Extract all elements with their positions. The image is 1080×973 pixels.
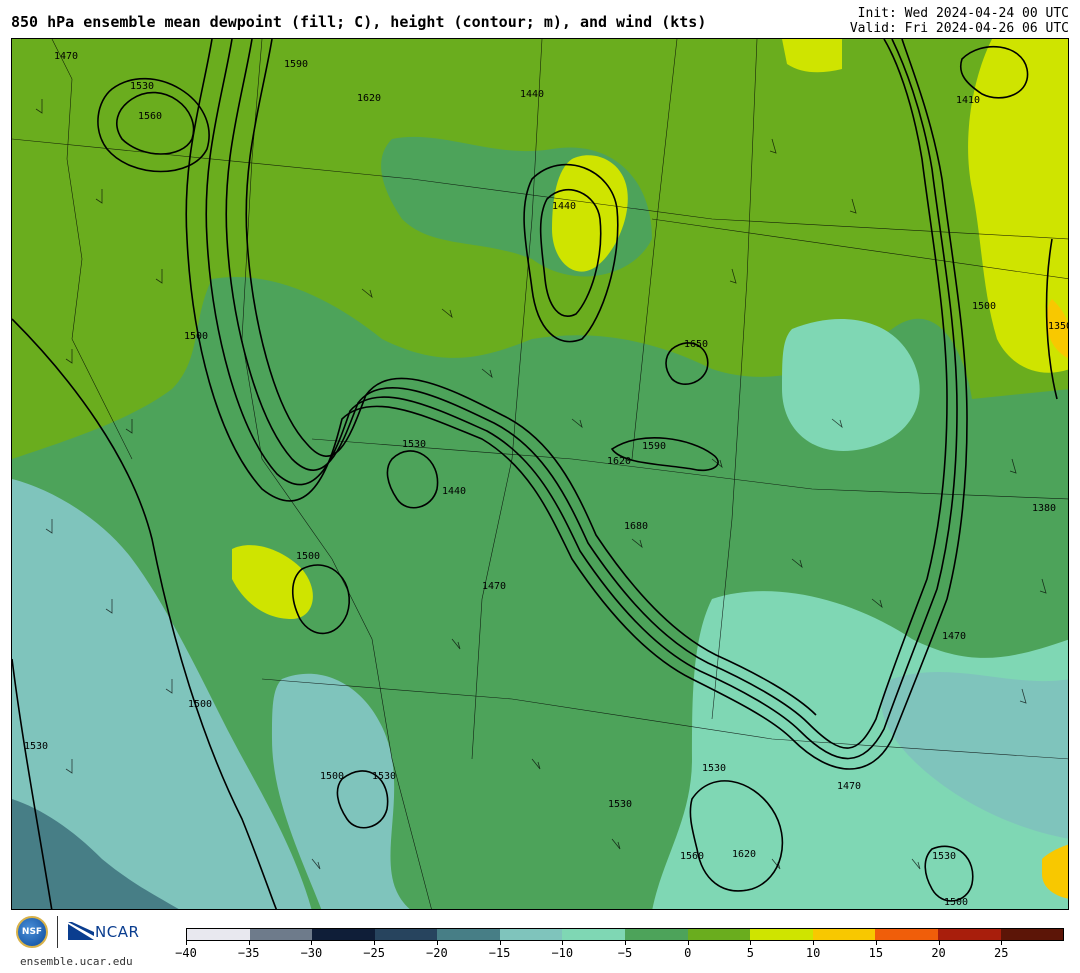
- contour-label: 1410: [956, 95, 980, 106]
- contour-label: 1530: [402, 439, 426, 450]
- logo-block: NSF NCAR ensemble.ucar.edu: [12, 912, 152, 970]
- contour-label: 1440: [552, 201, 576, 212]
- colorbar-segment: [812, 929, 876, 940]
- colorbar-ticks: −40 −35 −30 −25 −20 −15 −10 −5 0 5 10 15 20 25: [175, 941, 1064, 969]
- colorbar-tick: [625, 941, 626, 945]
- colorbar-tick: [311, 941, 313, 945]
- colorbar-tick-label: 5: [746, 946, 755, 960]
- colorbar-tick: [374, 941, 376, 945]
- contour-label: 1500: [296, 551, 320, 562]
- colorbar-segment: [1000, 929, 1064, 940]
- site-url: ensemble.ucar.edu: [20, 955, 133, 968]
- contour-label: 1500: [972, 301, 996, 312]
- contour-label: 1530: [372, 771, 396, 782]
- contour-label: 1350: [1048, 321, 1069, 332]
- colorbar-segment: [374, 929, 438, 940]
- colorbar-segment: [687, 929, 751, 940]
- contour-label: 1500: [184, 331, 208, 342]
- map-svg: 1470 1530 1560 1500 1590 1620 1440 1530 …: [12, 39, 1069, 909]
- map-title: 850 hPa ensemble mean dewpoint (fill; C)…: [11, 13, 707, 31]
- contour-label: 1530: [702, 763, 726, 774]
- colorbar-tick-label: −25: [363, 946, 385, 960]
- colorbar-segment: [937, 929, 1001, 940]
- colorbar-tick: [875, 941, 877, 945]
- contour-label: 1470: [482, 581, 506, 592]
- contour-label: 1470: [942, 631, 966, 642]
- colorbar-segment: [875, 929, 938, 940]
- colorbar-segment: [312, 929, 375, 940]
- colorbar-tick: [813, 941, 815, 945]
- contour-label: 1530: [932, 851, 956, 862]
- colorbar-tick-label: −15: [488, 946, 511, 960]
- contour-label: 1560: [680, 851, 704, 862]
- colorbar-tick-label: 10: [805, 946, 821, 960]
- colorbar-tick-label: 15: [868, 946, 884, 960]
- colorbar-tick-label: 20: [931, 946, 946, 960]
- colorbar-tick-label: 25: [994, 946, 1009, 960]
- logo-divider: [57, 916, 58, 948]
- colorbar-segment: [562, 929, 626, 940]
- colorbar-segment: [249, 929, 313, 940]
- contour-label: 1590: [642, 441, 666, 452]
- run-times: Init: Wed 2024-04-24 00 UTC Valid: Fri 2…: [850, 6, 1069, 36]
- colorbar-segment: [625, 929, 688, 940]
- colorbar-tick: [436, 941, 438, 945]
- contour-label: 1440: [442, 486, 466, 497]
- colorbar-tick: [750, 941, 752, 945]
- contour-label: 1530: [130, 81, 154, 92]
- colorbar-segment: [437, 929, 500, 940]
- contour-label: 1530: [24, 741, 48, 752]
- colorbar-tick-label: −35: [237, 946, 260, 960]
- contour-label: 1620: [732, 849, 756, 860]
- contour-label: 1560: [138, 111, 162, 122]
- colorbar-tick: [1001, 941, 1003, 945]
- colorbar-tick-label: −10: [551, 946, 574, 960]
- contour-label: 1590: [284, 59, 308, 70]
- colorbar-tick: [499, 941, 501, 945]
- init-time: Init: Wed 2024-04-24 00 UTC: [857, 6, 1069, 21]
- valid-time: Valid: Fri 2024-04-26 06 UTC: [849, 21, 1069, 36]
- colorbar-segment: [499, 929, 563, 940]
- nsf-logo: NSF: [16, 916, 48, 948]
- contour-label: 1680: [624, 521, 648, 532]
- contour-label: 1620: [357, 93, 381, 104]
- dewpoint-map: 1470 1530 1560 1500 1590 1620 1440 1530 …: [11, 38, 1069, 910]
- dewpoint-colorbar: [186, 928, 1064, 941]
- colorbar-segment: [187, 929, 250, 940]
- contour-label: 1620: [607, 456, 631, 467]
- colorbar-tick-label: −40: [175, 946, 197, 960]
- colorbar-segment: [750, 929, 813, 940]
- colorbar-tick: [938, 941, 940, 945]
- contour-label: 1470: [837, 781, 861, 792]
- colorbar-tick-label: −5: [617, 946, 633, 960]
- contour-label: 1500: [944, 897, 968, 908]
- colorbar-tick: [562, 941, 564, 945]
- contour-label: 1440: [520, 89, 544, 100]
- ncar-logo: NCAR: [95, 923, 140, 941]
- contour-label: 1470: [54, 51, 78, 62]
- contour-label: 1380: [1032, 503, 1056, 514]
- contour-label: 1530: [608, 799, 632, 810]
- contour-label: 1500: [188, 699, 212, 710]
- contour-label: 1650: [684, 339, 708, 350]
- colorbar-tick-label: −20: [426, 946, 448, 960]
- ncar-logo-icon: [68, 922, 94, 940]
- contour-label: 1500: [320, 771, 344, 782]
- colorbar-tick: [248, 941, 250, 945]
- colorbar-tick-label: 0: [684, 946, 692, 960]
- colorbar-tick: [186, 941, 187, 945]
- colorbar-tick-label: −30: [300, 946, 323, 960]
- colorbar-tick: [687, 941, 689, 945]
